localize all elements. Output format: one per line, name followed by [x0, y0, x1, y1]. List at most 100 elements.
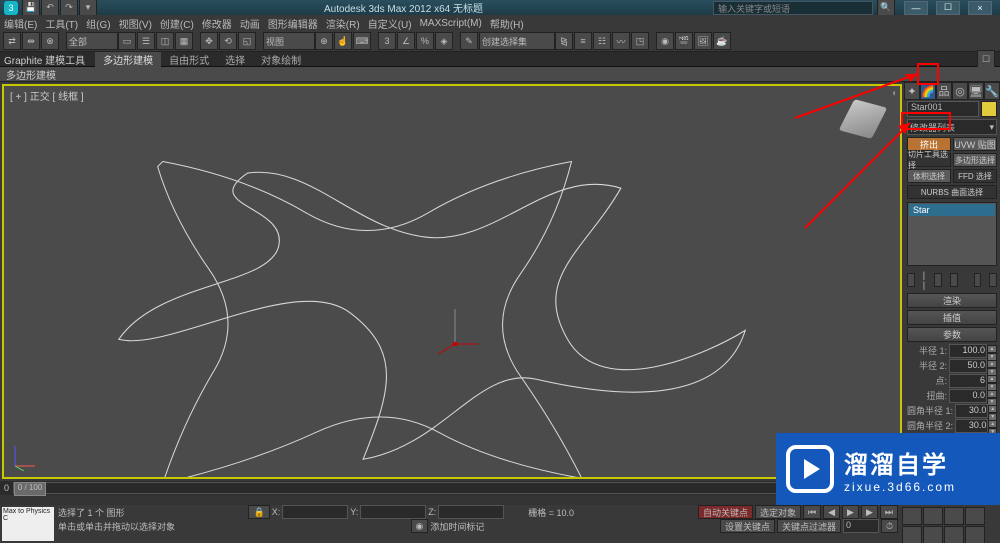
- btn-vol[interactable]: 体积选择: [907, 169, 951, 183]
- menu-render[interactable]: 渲染(R): [326, 16, 360, 31]
- modifier-list-dropdown[interactable]: 修改器列表▾: [907, 119, 997, 135]
- remove-mod-icon[interactable]: [974, 273, 982, 287]
- play-prev-icon[interactable]: ◀: [823, 505, 840, 519]
- play-icon[interactable]: ▶: [842, 505, 859, 519]
- select-manip-icon[interactable]: ☝: [334, 32, 352, 50]
- select-region-icon[interactable]: ◫: [156, 32, 174, 50]
- menu-animation[interactable]: 动画: [240, 16, 260, 31]
- star-spline[interactable]: [4, 86, 900, 477]
- transform-gizmo[interactable]: [430, 304, 480, 354]
- menu-maxscript[interactable]: MAXScript(M): [420, 18, 482, 29]
- snap-icon[interactable]: 3: [378, 32, 396, 50]
- spin-points[interactable]: 6: [949, 374, 987, 388]
- selected-dropdown[interactable]: 选定对象: [755, 505, 801, 519]
- angle-snap-icon[interactable]: ∠: [397, 32, 415, 50]
- configure-icon[interactable]: [989, 273, 997, 287]
- unique-icon[interactable]: [950, 273, 958, 287]
- nav-max-icon[interactable]: [965, 526, 985, 543]
- spinbtns-points[interactable]: ▲▼: [987, 375, 997, 387]
- coord-x-input[interactable]: [282, 505, 348, 519]
- object-name-input[interactable]: Star001: [907, 101, 979, 117]
- rollout-params[interactable]: 参数: [907, 327, 997, 342]
- spin-radius1[interactable]: 100.0: [949, 344, 987, 358]
- unlink-icon[interactable]: ⇹: [22, 32, 40, 50]
- selection-filter-dropdown[interactable]: 全部: [66, 32, 118, 50]
- stack-item-star[interactable]: Star: [909, 204, 995, 216]
- nav-zoom-ext-icon[interactable]: [902, 526, 922, 543]
- spin-fillet2[interactable]: 30.0: [955, 419, 988, 433]
- nav-region-icon[interactable]: [923, 526, 943, 543]
- modifier-stack[interactable]: Star: [907, 202, 997, 266]
- play-next-icon[interactable]: ▶: [861, 505, 878, 519]
- spinbtns-radius1[interactable]: ▲▼: [987, 345, 997, 357]
- render-frame-icon[interactable]: 🖼: [694, 32, 712, 50]
- nav-pan-icon[interactable]: [902, 507, 922, 525]
- spinbtns-fillet2[interactable]: ▲▼: [988, 420, 997, 432]
- maxscript-listener[interactable]: Max to Physics C: [2, 507, 54, 541]
- ribbon-tab-freeform[interactable]: 自由形式: [161, 52, 217, 67]
- named-sel-edit-icon[interactable]: ✎: [460, 32, 478, 50]
- window-crossing-icon[interactable]: ▦: [175, 32, 193, 50]
- spinbtns-twist[interactable]: ▲▼: [987, 390, 997, 402]
- render-setup-icon[interactable]: 🎬: [675, 32, 693, 50]
- align-icon[interactable]: ≡: [574, 32, 592, 50]
- tab-utility-icon[interactable]: 🔧: [984, 82, 1000, 100]
- menu-modifiers[interactable]: 修改器: [202, 16, 232, 31]
- layers-icon[interactable]: ☷: [593, 32, 611, 50]
- menu-view[interactable]: 视图(V): [119, 16, 152, 31]
- lock-icon[interactable]: 🔒: [248, 505, 269, 519]
- ribbon-expand-icon[interactable]: ☐: [977, 50, 995, 68]
- curve-editor-icon[interactable]: 〰: [612, 32, 630, 50]
- coord-z-input[interactable]: [438, 505, 504, 519]
- menu-custom[interactable]: 自定义(U): [368, 16, 412, 31]
- spin-fillet1[interactable]: 30.0: [955, 404, 988, 418]
- coord-y-input[interactable]: [360, 505, 426, 519]
- spin-twist[interactable]: 0.0: [949, 389, 987, 403]
- select-icon[interactable]: ▭: [118, 32, 136, 50]
- btn-ffd[interactable]: FFD 选择: [953, 169, 997, 183]
- menu-graph[interactable]: 图形编辑器: [268, 16, 318, 31]
- maximize-button[interactable]: ☐: [936, 1, 960, 15]
- rollout-render[interactable]: 渲染: [907, 293, 997, 308]
- time-track[interactable]: 0 / 100: [13, 482, 896, 494]
- nav-zoom-icon[interactable]: [923, 507, 943, 525]
- tab-motion-icon[interactable]: ◎: [952, 82, 968, 100]
- trackbar[interactable]: [0, 495, 904, 505]
- btn-uvw[interactable]: UVW 贴图: [953, 137, 997, 151]
- spinbtns-fillet1[interactable]: ▲▼: [988, 405, 997, 417]
- menu-tools[interactable]: 工具(T): [45, 16, 78, 31]
- material-icon[interactable]: ◉: [656, 32, 674, 50]
- btn-poly[interactable]: 多边形选择: [953, 153, 997, 167]
- keyfilter-button[interactable]: 关键点过滤器: [777, 519, 841, 533]
- select-name-icon[interactable]: ☰: [137, 32, 155, 50]
- play-start-icon[interactable]: ⏮: [803, 505, 821, 519]
- tab-create-icon[interactable]: ✦: [904, 82, 920, 100]
- tab-hierarchy-icon[interactable]: 品: [936, 82, 952, 100]
- bind-icon[interactable]: ⊗: [41, 32, 59, 50]
- schematic-icon[interactable]: ◳: [631, 32, 649, 50]
- setkey-button[interactable]: 设置关键点: [720, 519, 775, 533]
- play-end-icon[interactable]: ⏭: [880, 505, 898, 519]
- object-color-swatch[interactable]: [981, 101, 997, 117]
- time-slider[interactable]: 0 0 / 100: [0, 481, 904, 495]
- time-config-icon[interactable]: ⏱: [881, 519, 898, 533]
- btn-curve[interactable]: NURBS 曲面选择: [907, 185, 997, 199]
- ribbon-tab-select[interactable]: 选择: [217, 52, 253, 67]
- current-frame-input[interactable]: 0: [843, 519, 879, 533]
- tab-modify-icon[interactable]: 🌈: [920, 82, 936, 100]
- spinbtns-radius2[interactable]: ▲▼: [987, 360, 997, 372]
- rollout-interp[interactable]: 插值: [907, 310, 997, 325]
- help-search-input[interactable]: 输入关键字或短语: [713, 1, 873, 15]
- add-time-label[interactable]: 添加时间标记: [430, 520, 484, 533]
- close-button[interactable]: ×: [968, 1, 992, 15]
- nav-zoom-all-icon[interactable]: [944, 507, 964, 525]
- tab-display-icon[interactable]: 🖥: [968, 82, 984, 100]
- move-icon[interactable]: ✥: [200, 32, 218, 50]
- rotate-icon[interactable]: ⟲: [219, 32, 237, 50]
- ribbon-tab-paint[interactable]: 对象绘制: [253, 52, 309, 67]
- nav-fov-icon[interactable]: [965, 507, 985, 525]
- spin-radius2[interactable]: 50.0: [949, 359, 987, 373]
- menu-edit[interactable]: 编辑(E): [4, 16, 37, 31]
- pivot-icon[interactable]: ⊕: [315, 32, 333, 50]
- nav-orbit-icon[interactable]: [944, 526, 964, 543]
